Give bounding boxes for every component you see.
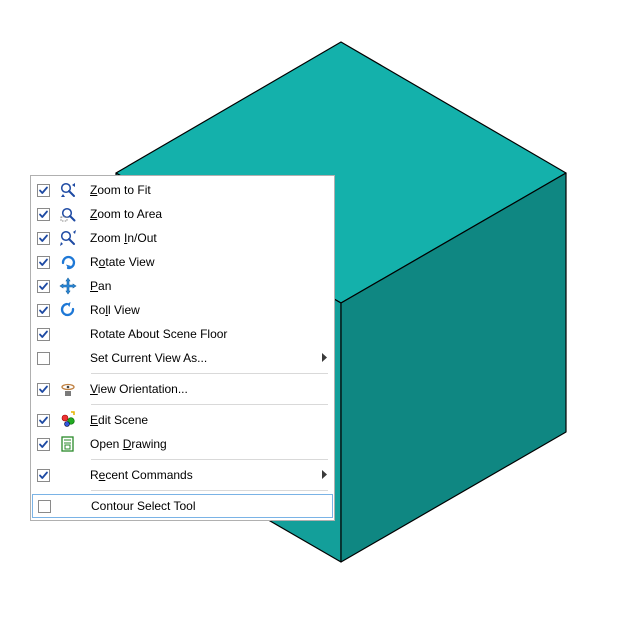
- menu-item-set-view-as[interactable]: Set Current View As...: [31, 346, 334, 370]
- menu-item-zoom-fit[interactable]: Zoom to Fit: [31, 178, 334, 202]
- menu-item-view-orient[interactable]: View Orientation...: [31, 377, 334, 401]
- checkbox[interactable]: [38, 500, 51, 513]
- menu-item-label: Contour Select Tool: [91, 499, 315, 513]
- edit-scene-icon: [58, 410, 78, 430]
- checkbox[interactable]: [37, 184, 50, 197]
- view-orient-icon: [58, 379, 78, 399]
- menu-separator: [91, 459, 328, 460]
- menu-item-label: Zoom to Fit: [90, 183, 316, 197]
- pan-icon: [58, 276, 78, 296]
- menu-item-rotate-scene[interactable]: Rotate About Scene Floor: [31, 322, 334, 346]
- menu-item-label: Rotate About Scene Floor: [90, 327, 316, 341]
- zoom-fit-icon: [58, 180, 78, 200]
- menu-item-label: Roll View: [90, 303, 316, 317]
- menu-item-label: Pan: [90, 279, 316, 293]
- checkbox[interactable]: [37, 438, 50, 451]
- icon-empty: [58, 465, 78, 485]
- menu-item-open-drawing[interactable]: Open Drawing: [31, 432, 334, 456]
- context-menu: Zoom to Fit Zoom to Area Zoom In/Out Rotate…: [30, 175, 335, 521]
- checkbox[interactable]: [37, 383, 50, 396]
- checkbox[interactable]: [37, 232, 50, 245]
- checkbox[interactable]: [37, 208, 50, 221]
- menu-separator: [91, 373, 328, 374]
- checkbox[interactable]: [37, 469, 50, 482]
- icon-empty: [58, 324, 78, 344]
- checkbox[interactable]: [37, 304, 50, 317]
- menu-item-roll-view[interactable]: Roll View: [31, 298, 334, 322]
- submenu-arrow-icon: [322, 468, 328, 482]
- menu-item-edit-scene[interactable]: Edit Scene: [31, 408, 334, 432]
- checkbox[interactable]: [37, 280, 50, 293]
- menu-item-pan[interactable]: Pan: [31, 274, 334, 298]
- menu-item-zoom-area[interactable]: Zoom to Area: [31, 202, 334, 226]
- menu-item-recent-cmds[interactable]: Recent Commands: [31, 463, 334, 487]
- roll-view-icon: [58, 300, 78, 320]
- menu-item-label: Edit Scene: [90, 413, 316, 427]
- icon-empty: [59, 496, 79, 516]
- zoom-in-out-icon: [58, 228, 78, 248]
- submenu-arrow-icon: [322, 351, 328, 365]
- menu-item-zoom-in-out[interactable]: Zoom In/Out: [31, 226, 334, 250]
- menu-item-label: Open Drawing: [90, 437, 316, 451]
- checkbox[interactable]: [37, 256, 50, 269]
- menu-item-contour-select[interactable]: Contour Select Tool: [32, 494, 333, 518]
- menu-item-rotate-view[interactable]: Rotate View: [31, 250, 334, 274]
- zoom-area-icon: [58, 204, 78, 224]
- menu-item-label: Zoom In/Out: [90, 231, 316, 245]
- menu-separator: [91, 490, 328, 491]
- checkbox[interactable]: [37, 414, 50, 427]
- checkbox[interactable]: [37, 328, 50, 341]
- menu-item-label: Zoom to Area: [90, 207, 316, 221]
- menu-item-label: View Orientation...: [90, 382, 316, 396]
- menu-separator: [91, 404, 328, 405]
- icon-empty: [58, 348, 78, 368]
- menu-item-label: Set Current View As...: [90, 351, 316, 365]
- menu-item-label: Rotate View: [90, 255, 316, 269]
- rotate-view-icon: [58, 252, 78, 272]
- open-drawing-icon: [58, 434, 78, 454]
- checkbox[interactable]: [37, 352, 50, 365]
- menu-item-label: Recent Commands: [90, 468, 316, 482]
